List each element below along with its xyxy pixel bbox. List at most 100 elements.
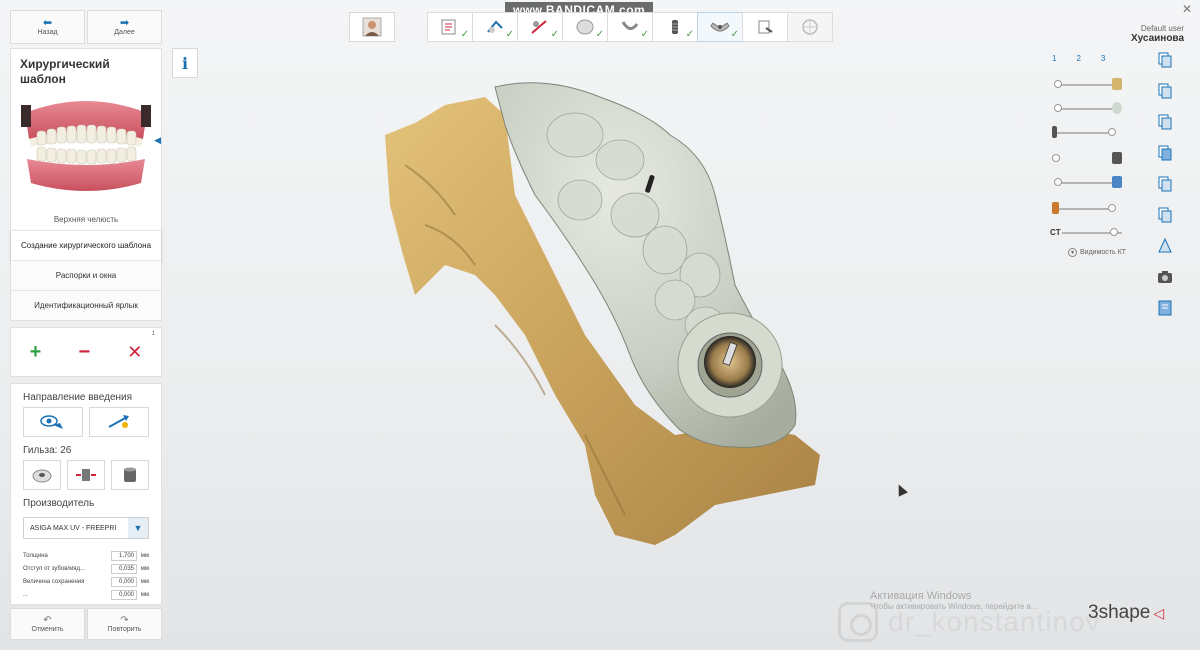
left-panel: ⬅ Назад ➡ Далее Хирургический шаблон ◀ В… [10, 10, 162, 640]
remove-button[interactable]: − [78, 341, 90, 364]
windows-activation-title: Активация Windows [870, 590, 972, 602]
step-create-guide[interactable]: Создание хирургического шаблона [11, 230, 161, 260]
workflow-step-order[interactable]: ✓ [427, 12, 473, 42]
view-cross-section-icon[interactable] [1156, 205, 1174, 224]
item-index: 1 [151, 331, 155, 337]
param-unit: мм [140, 565, 149, 572]
param-tooth-offset: Отступ от зубов/мяд... 0,035 мм [11, 562, 161, 575]
guide-object-icon [1112, 78, 1122, 90]
workflow-step-implant[interactable]: ✓ [652, 12, 698, 42]
info-icon: i [181, 53, 189, 73]
visibility-slider-teeth[interactable] [1052, 176, 1122, 190]
check-icon: ✓ [505, 29, 514, 40]
param-name: Отступ от зубов/мяд... [23, 565, 85, 572]
patient-button[interactable] [349, 12, 395, 42]
workflow-step-import[interactable]: ✓ [472, 12, 518, 42]
param-value-input[interactable]: 0,000 [111, 576, 137, 587]
align-icon [531, 20, 547, 34]
info-button[interactable]: i [172, 48, 198, 78]
instagram-icon [838, 602, 878, 642]
workflow-step-plan[interactable]: ✓ [562, 12, 608, 42]
visibility-slider-sleeve[interactable] [1052, 102, 1122, 116]
view-clip-icon[interactable] [1156, 112, 1174, 131]
manufacturer-value: ASIGA MAX UV - FREEPRI [30, 524, 117, 532]
check-icon: ✓ [550, 29, 559, 40]
delete-button[interactable]: ✕ [127, 342, 142, 363]
param-value-input[interactable]: 1,700 [111, 550, 137, 561]
order-form-icon [441, 19, 456, 35]
sleeve-library-button[interactable] [23, 460, 61, 490]
camera-icon[interactable] [1156, 267, 1174, 286]
mouse-cursor [894, 482, 908, 497]
param-value-input[interactable]: 0,035 [111, 563, 137, 574]
dentures-icon [21, 101, 151, 191]
notes-icon[interactable] [1156, 298, 1174, 317]
visibility-slider-guide[interactable] [1052, 78, 1122, 92]
chevron-down-icon: ▾ [1068, 248, 1077, 257]
3d-viewport[interactable] [375, 75, 845, 555]
param-unit: мм [140, 591, 149, 598]
user-name: Хусаинова [1131, 33, 1184, 44]
workflow-step-export[interactable] [742, 12, 788, 42]
workflow-step-segment[interactable]: ✓ [607, 12, 653, 42]
workflow-step-align[interactable]: ✓ [517, 12, 563, 42]
view-section-icon[interactable] [1156, 143, 1174, 162]
visibility-slider-drill[interactable] [1052, 152, 1122, 166]
selection-arrow-icon: ◀ [154, 135, 161, 145]
param-name: Толщина [23, 552, 48, 559]
action-row: + − ✕ 1 [10, 327, 162, 377]
undo-button[interactable]: ↶ Отменить [10, 608, 85, 640]
guide-settings: Направление введения Гильза: 26 Производ… [10, 383, 162, 605]
visibility-tabs: 1 2 3 [1052, 54, 1105, 63]
undo-icon: ↶ [43, 615, 52, 626]
visibility-tab-3[interactable]: 3 [1101, 54, 1105, 63]
chevron-down-icon: ▼ [128, 518, 148, 538]
visibility-tab-1[interactable]: 1 [1052, 54, 1056, 63]
visibility-tab-2[interactable]: 2 [1076, 54, 1080, 63]
insertion-direction-buttons [11, 407, 161, 437]
sleeve-offset-button[interactable] [67, 460, 105, 490]
step-spacers-windows[interactable]: Распорки и окна [11, 260, 161, 290]
next-button[interactable]: ➡ Далее [87, 10, 162, 44]
workflow-step-finish[interactable] [787, 12, 833, 42]
set-direction-button[interactable] [89, 407, 149, 437]
sleeve-cylinder-button[interactable] [111, 460, 149, 490]
view-layers-icon[interactable] [1156, 81, 1174, 100]
jaw-thumbnail[interactable]: ◀ [19, 95, 161, 205]
surgical-guide-icon [710, 22, 730, 32]
param-unit: мм [140, 578, 149, 585]
visibility-slider-bone[interactable] [1052, 202, 1122, 216]
jaw-caption: Верхняя челюсть [53, 215, 119, 224]
sleeve-cylinder-icon [124, 467, 136, 482]
ct-visibility-toggle[interactable]: ▾ Видимость КТ [1068, 248, 1126, 257]
insertion-direction-label: Направление введения [23, 392, 133, 403]
sleeve-ring-icon [32, 469, 52, 483]
manufacturer-select[interactable]: ASIGA MAX UV - FREEPRI ▼ [23, 517, 149, 539]
check-icon: ✓ [595, 29, 604, 40]
brand-logo: 3shape ◁ [1088, 602, 1164, 624]
implant-object-icon [1052, 126, 1057, 138]
direction-star-icon [108, 415, 129, 428]
visibility-slider-implant[interactable] [1052, 126, 1122, 140]
view-panorama-icon[interactable] [1156, 174, 1174, 193]
brand-name: 3shape [1088, 602, 1151, 623]
back-button[interactable]: ⬅ Назад [10, 10, 85, 44]
add-button[interactable]: + [30, 341, 42, 364]
arrow-right-icon: ➡ [119, 17, 130, 29]
close-icon[interactable]: ✕ [1182, 2, 1192, 16]
manufacturer-label: Производитель [23, 498, 95, 509]
visibility-slider-ct[interactable] [1062, 226, 1122, 240]
view-lighting-icon[interactable] [1156, 236, 1174, 255]
step-id-label[interactable]: Идентификационный ярлык [11, 290, 161, 320]
navigation-row: ⬅ Назад ➡ Далее [10, 10, 162, 44]
view-direction-button[interactable] [23, 407, 83, 437]
param-unit: мм [140, 552, 149, 559]
param-value-input[interactable]: 0,000 [111, 589, 137, 600]
import-scan-icon [487, 20, 503, 33]
view-copy-icon[interactable] [1156, 50, 1174, 69]
redo-button[interactable]: ↷ Повторить [87, 608, 162, 640]
workflow-step-guide[interactable]: ✓ [697, 12, 743, 42]
user-info: Default user Хусаинова [1131, 24, 1184, 44]
next-label: Далее [114, 29, 135, 36]
segment-icon [621, 21, 639, 30]
